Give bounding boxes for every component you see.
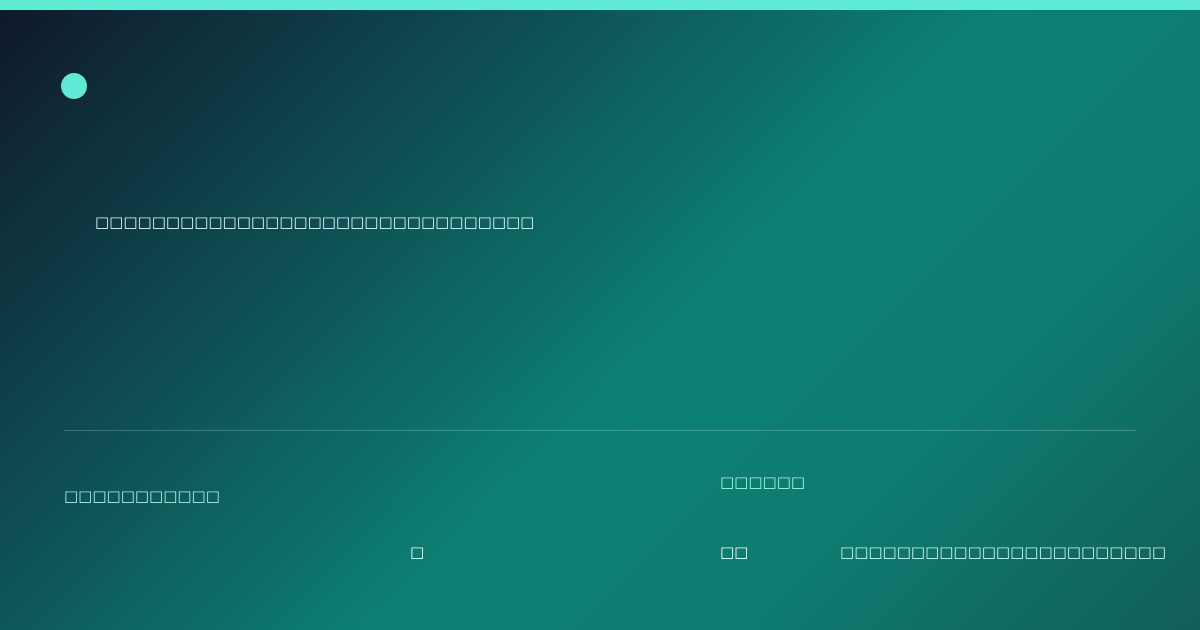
footer-left-label: □□□□□□□□□□□: [64, 487, 220, 505]
circle-logo-icon: [61, 73, 87, 99]
footer-right-value: □□: [720, 543, 749, 561]
footer-divider: [64, 430, 1136, 431]
footer-far-right-text: □□□□□□□□□□□□□□□□□□□□□□□: [840, 543, 1166, 561]
tagline-text: □□□□□□□□□□□□□□□□□□□□□□□□□□□□□□□: [95, 213, 535, 231]
footer-mid-value: □: [410, 543, 425, 561]
top-accent-bar: [0, 0, 1200, 10]
footer-right-label: □□□□□□: [720, 473, 806, 491]
